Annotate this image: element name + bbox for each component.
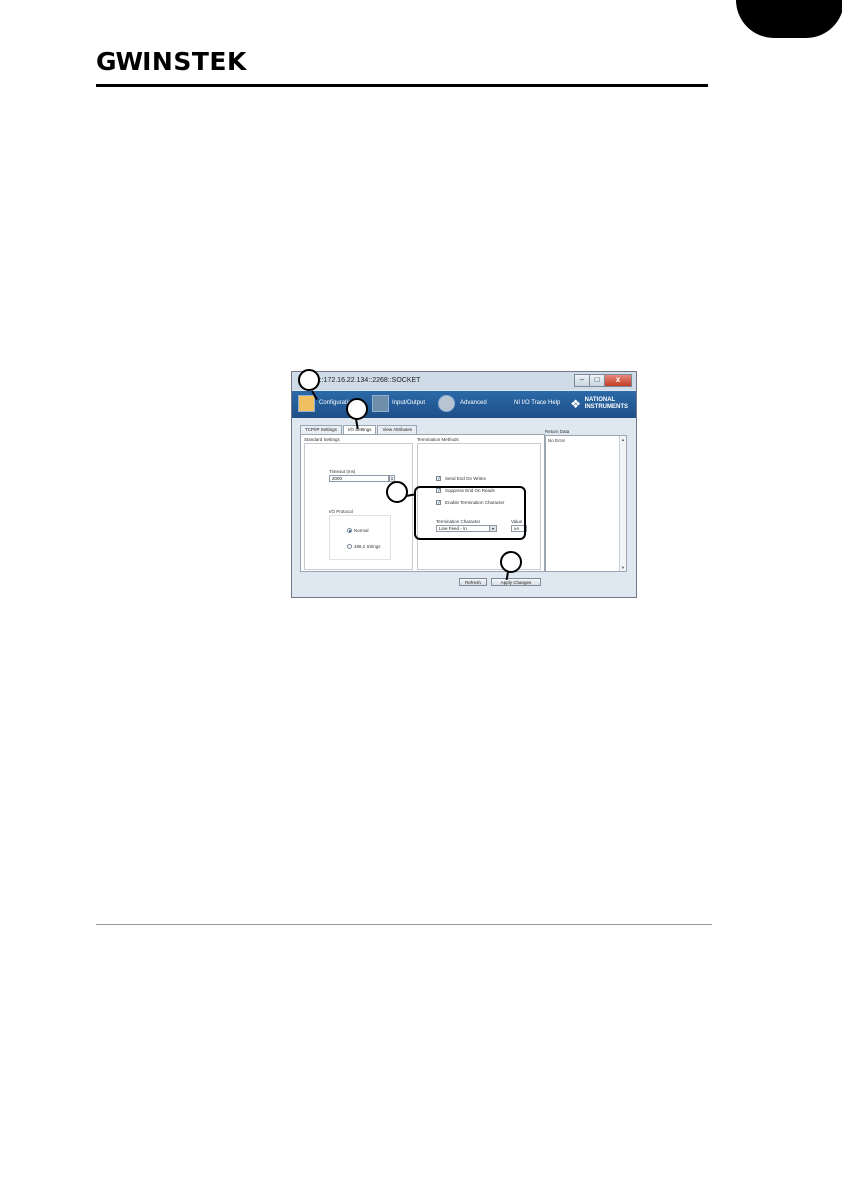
protocol-4882-label: 488.2 Strings: [354, 544, 381, 549]
header-rule: [96, 84, 708, 87]
standard-settings-group: Timeout (ms) 2000 ⇕ I/O Protocol Normal …: [304, 443, 413, 570]
nimax-window: P::172.16.22.134::2268::SOCKET – □ x Con…: [291, 371, 637, 598]
settings-tabs: TCP/IP Settings I/O Settings View Attrib…: [300, 425, 418, 434]
refresh-button[interactable]: Refresh: [459, 578, 487, 586]
callout-2: [346, 398, 368, 420]
ni-logo: NATIONAL INSTRUMENTS: [584, 397, 628, 410]
return-data-box[interactable]: No Error ▲ ▼: [545, 435, 627, 572]
termination-title: Termination Methods: [417, 437, 459, 442]
send-end-checkbox[interactable]: ✓: [436, 476, 441, 482]
scroll-up-icon[interactable]: ▲: [620, 437, 626, 442]
timeout-input[interactable]: 2000: [329, 475, 389, 482]
protocol-normal-radio[interactable]: [347, 528, 352, 533]
window-controls: – □ x: [574, 374, 632, 387]
footer-rule: [96, 924, 712, 925]
io-protocol-group: Normal 488.2 Strings: [329, 515, 391, 560]
tab-tcpip-settings[interactable]: TCP/IP Settings: [300, 425, 342, 434]
gw-instek-logo: GWINSTEK: [96, 47, 247, 76]
protocol-4882-radio[interactable]: [347, 544, 352, 549]
configuration-icon[interactable]: [298, 395, 315, 412]
page-tab-marker: [736, 0, 842, 38]
callout-1: [298, 369, 320, 391]
scroll-down-icon[interactable]: ▼: [620, 565, 626, 570]
minimize-button[interactable]: –: [574, 374, 590, 387]
return-data-panel: Return Data No Error ▲ ▼: [545, 428, 627, 572]
input-output-icon[interactable]: [372, 395, 389, 412]
apply-changes-button[interactable]: Apply Changes: [491, 578, 541, 586]
tab-io-settings[interactable]: I/O Settings: [342, 425, 377, 434]
io-protocol-label: I/O Protocol: [329, 509, 353, 514]
title-bar: P::172.16.22.134::2268::SOCKET – □ x: [292, 372, 636, 390]
advanced-button[interactable]: Advanced: [460, 400, 487, 406]
ni-eagle-icon: ❖: [570, 397, 581, 411]
return-data-label: Return Data: [545, 429, 570, 434]
timeout-label: Timeout (ms): [329, 469, 356, 474]
callout-4: [500, 551, 522, 573]
return-data-scrollbar[interactable]: ▲ ▼: [619, 436, 626, 571]
nio-trace-button[interactable]: NI I/O Trace: [514, 400, 546, 406]
toolbar: Configuration Input/Output Advanced NI I…: [292, 391, 636, 418]
close-button[interactable]: x: [604, 374, 632, 387]
send-end-label: Send End On Writes: [445, 476, 486, 481]
return-data-value: No Error: [548, 438, 566, 443]
termination-highlight: [414, 486, 526, 540]
callout-3: [386, 481, 408, 503]
protocol-normal-label: Normal: [354, 528, 369, 533]
standard-settings-title: Standard Settings: [304, 437, 340, 442]
maximize-button[interactable]: □: [589, 374, 605, 387]
gear-icon[interactable]: [438, 395, 455, 412]
help-button[interactable]: Help: [548, 400, 560, 406]
tab-view-attributes[interactable]: View Attributes: [377, 425, 418, 434]
input-output-button[interactable]: Input/Output: [392, 400, 425, 406]
window-title: P::172.16.22.134::2268::SOCKET: [315, 377, 421, 384]
